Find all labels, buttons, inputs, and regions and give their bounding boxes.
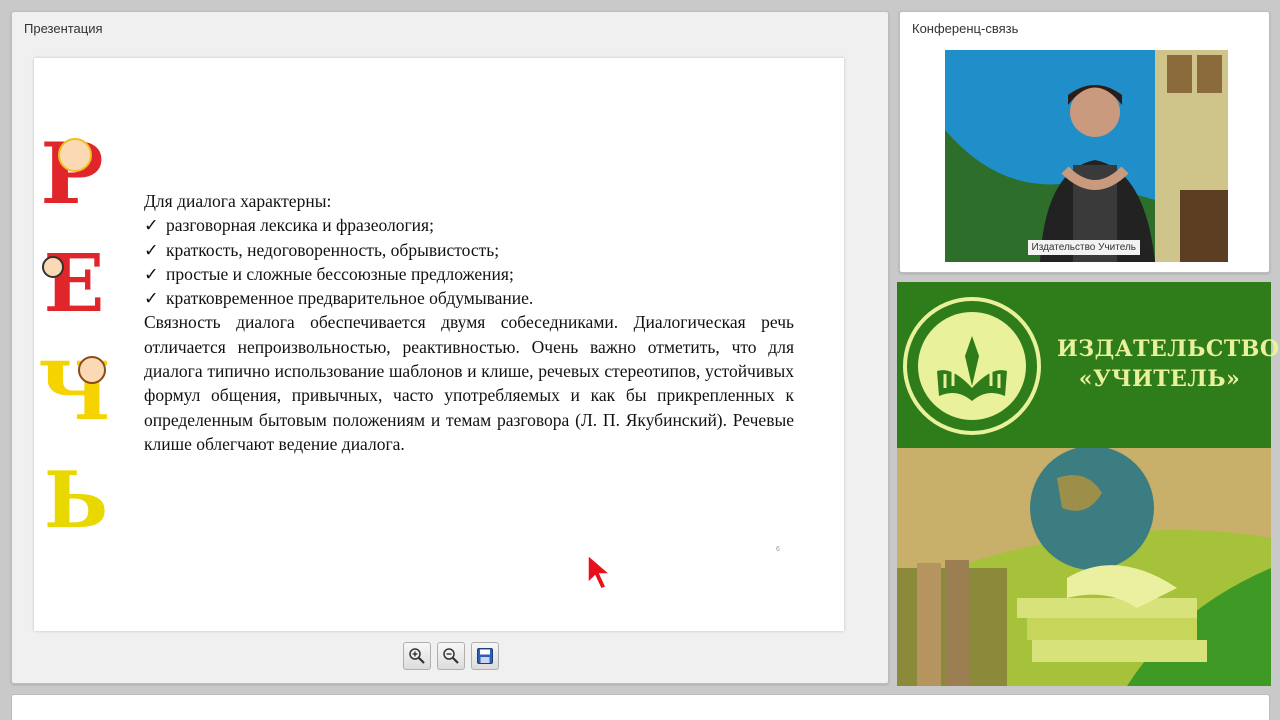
slide-letter-e: Е [43, 236, 105, 330]
slide-text: Для диалога характерны: ✓ разговорная лек… [144, 189, 794, 456]
publisher-name-line: ИЗДАТЕЛЬСТВО [1057, 336, 1280, 362]
video-frame-icon [945, 50, 1228, 262]
check-icon: ✓ [144, 263, 159, 284]
slide-bullet: ✓ краткость, недоговоренность, обрывистос… [144, 238, 794, 262]
books-globe-icon [897, 448, 1271, 686]
check-icon: ✓ [144, 288, 159, 309]
mouse-cursor-icon [587, 553, 612, 590]
bottom-panel [11, 694, 1270, 720]
save-button[interactable] [471, 642, 499, 670]
books-globe-image [897, 448, 1271, 686]
slide-intro: Для диалога характерны: [144, 191, 332, 211]
participant-name-label: Издательство Учитель [1027, 240, 1140, 255]
conference-title: Конференц-связь [912, 21, 1019, 36]
open-book-icon [918, 312, 1026, 420]
zoom-in-icon [409, 648, 425, 664]
slide-page-number: 6 [776, 546, 780, 553]
zoom-in-button[interactable] [403, 642, 431, 670]
publisher-banner: ИЗДАТЕЛЬСТВО «УЧИТЕЛЬ» [897, 282, 1280, 448]
slide-bullet: ✓ кратковременное предварительное обдумыв… [144, 286, 794, 310]
slide-bullet: ✓ простые и сложные бессоюзные предложени… [144, 262, 794, 286]
slide-bullet: ✓ разговорная лексика и фразеология; [144, 213, 794, 237]
publisher-name: ИЗДАТЕЛЬСТВО «УЧИТЕЛЬ» [1057, 334, 1280, 394]
slide-paragraph: Связность диалога обеспечивается двумя с… [144, 312, 794, 454]
participant-video[interactable]: Издательство Учитель [945, 50, 1228, 262]
save-icon [477, 648, 493, 664]
publisher-logo [903, 297, 1041, 435]
cartoon-girl-icon [78, 356, 106, 384]
check-icon: ✓ [144, 239, 159, 260]
publisher-name-line: «УЧИТЕЛЬ» [1078, 366, 1241, 392]
presentation-title: Презентация [24, 21, 103, 36]
presentation-panel: Презентация Р Е Ч Ь Для диалога характер… [11, 11, 889, 684]
presentation-slide[interactable]: Р Е Ч Ь Для диалога характерны: ✓ разгово… [34, 58, 844, 631]
zoom-out-icon [443, 648, 459, 664]
presentation-toolbar [403, 642, 499, 670]
slide-letter-soft-sign: Ь [43, 455, 109, 546]
conference-panel: Конференц-связь Издательство Учитель [899, 11, 1270, 273]
zoom-out-button[interactable] [437, 642, 465, 670]
cartoon-girl-icon [58, 138, 92, 172]
cartoon-child-icon [42, 256, 64, 278]
check-icon: ✓ [144, 215, 159, 236]
